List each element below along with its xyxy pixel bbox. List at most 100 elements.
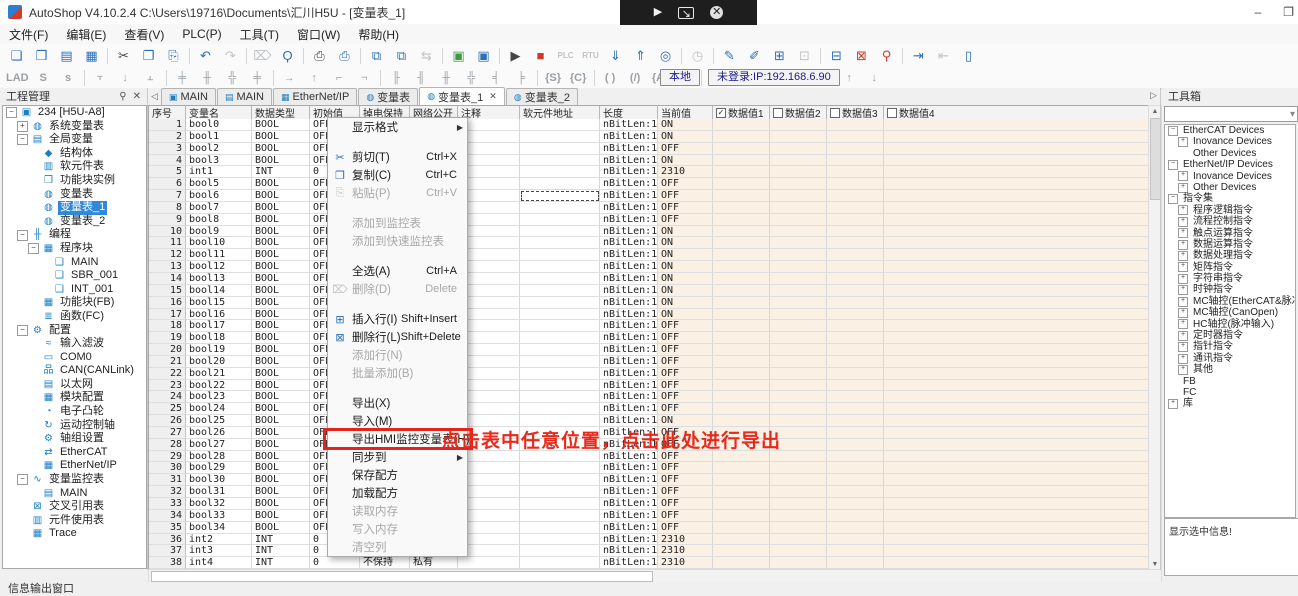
expander-icon[interactable]: − [17, 325, 28, 336]
variable-name-cell[interactable]: int3 [186, 545, 252, 557]
data-type-cell[interactable]: BOOL [252, 249, 310, 261]
play-icon[interactable]: ▶ [654, 6, 662, 19]
row-number-cell[interactable]: 1 [149, 119, 186, 131]
data-value2-cell[interactable] [770, 344, 827, 356]
data-value3-cell[interactable] [827, 451, 884, 463]
data-type-cell[interactable]: BOOL [252, 320, 310, 332]
data-type-cell[interactable]: BOOL [252, 427, 310, 439]
data-value1-cell[interactable] [713, 403, 770, 415]
column-checkbox[interactable] [773, 108, 783, 118]
length-cell[interactable]: nBitLen:1 [600, 391, 658, 403]
login-status-button[interactable]: 未登录:IP:192.168.6.90 [708, 69, 840, 86]
data-value4-cell[interactable] [884, 557, 1149, 569]
tree-item[interactable]: − ▣ 234 [H5U-A8] [3, 106, 146, 120]
data-value4-cell[interactable] [884, 214, 1149, 226]
device-address-cell[interactable] [520, 380, 600, 392]
length-cell[interactable]: nBitLen:1 [600, 297, 658, 309]
tree-item[interactable]: ↻ 运动控制轴 [3, 419, 146, 433]
tab-close-icon[interactable]: ✕ [489, 91, 497, 102]
row-number-cell[interactable]: 7 [149, 190, 186, 202]
current-value-cell[interactable]: ON [658, 309, 713, 321]
expander-icon[interactable]: + [1178, 240, 1188, 250]
variable-name-cell[interactable]: bool12 [186, 261, 252, 273]
data-type-cell[interactable]: BOOL [252, 273, 310, 285]
current-value-cell[interactable]: ON [658, 285, 713, 297]
current-value-cell[interactable]: OFF [658, 498, 713, 510]
data-value2-cell[interactable] [770, 119, 827, 131]
toolbox-tree-item[interactable]: + 字符串指令 [1165, 273, 1295, 284]
length-cell[interactable]: nBitLen:1 [600, 178, 658, 190]
menu-item[interactable]: PLC(P) [173, 24, 230, 44]
variable-name-cell[interactable]: bool20 [186, 356, 252, 368]
length-cell[interactable]: nBitLen:1 [600, 368, 658, 380]
variable-name-cell[interactable]: bool18 [186, 332, 252, 344]
current-value-cell[interactable]: OFF [658, 380, 713, 392]
row-number-cell[interactable]: 33 [149, 498, 186, 510]
row-number-cell[interactable]: 35 [149, 522, 186, 534]
document-tab[interactable]: ◍ 变量表 [358, 88, 418, 105]
minimize-button[interactable]: – [1255, 5, 1262, 19]
delete-row[interactable]: ⊠ 删除行(L) Shift+Delete ▶ [328, 328, 467, 346]
variable-name-cell[interactable]: bool1 [186, 131, 252, 143]
variable-name-cell[interactable]: bool34 [186, 522, 252, 534]
data-value3-cell[interactable] [827, 368, 884, 380]
current-value-cell[interactable]: OFF [658, 332, 713, 344]
current-value-cell[interactable]: OFF [658, 474, 713, 486]
current-value-cell[interactable]: 2310 [658, 534, 713, 546]
variable-name-cell[interactable]: bool24 [186, 403, 252, 415]
redo-button[interactable]: ↷ [219, 45, 242, 67]
data-value1-cell[interactable] [713, 344, 770, 356]
length-cell[interactable]: nBitLen:16 [600, 545, 658, 557]
branch-open-button[interactable]: ╪ [171, 68, 194, 87]
variable-name-cell[interactable]: bool9 [186, 226, 252, 238]
data-value2-cell[interactable] [770, 522, 827, 534]
expander-icon[interactable]: + [1178, 205, 1188, 215]
data-value4-cell[interactable] [884, 131, 1149, 143]
toolbox-tree-item[interactable]: + 矩阵指令 [1165, 262, 1295, 273]
row-number-cell[interactable]: 14 [149, 273, 186, 285]
device-address-cell[interactable] [520, 249, 600, 261]
data-value4-cell[interactable] [884, 368, 1149, 380]
data-value4-cell[interactable] [884, 190, 1149, 202]
variable-name-cell[interactable]: bool22 [186, 380, 252, 392]
length-cell[interactable]: nBitLen:1 [600, 226, 658, 238]
data-value1-cell[interactable] [713, 143, 770, 155]
expander-icon[interactable]: + [1178, 251, 1188, 261]
new-file-button[interactable]: ❏ [5, 45, 28, 67]
tree-item[interactable]: ◍ 变量表_2 [3, 215, 146, 229]
toolbox-tree-item[interactable]: − EtherNet/IP Devices [1165, 159, 1295, 170]
variable-name-cell[interactable]: bool28 [186, 451, 252, 463]
data-value4-cell[interactable] [884, 545, 1149, 557]
data-value2-cell[interactable] [770, 226, 827, 238]
clock-button[interactable]: ◷ [686, 45, 709, 67]
data-value3-cell[interactable] [827, 510, 884, 522]
data-value2-cell[interactable] [770, 534, 827, 546]
data-value2-cell[interactable] [770, 510, 827, 522]
length-cell[interactable]: nBitLen:1 [600, 309, 658, 321]
row-number-cell[interactable]: 24 [149, 391, 186, 403]
data-value3-cell[interactable] [827, 237, 884, 249]
expander-icon[interactable]: + [1178, 308, 1188, 318]
usb-device-button[interactable]: ⚲ [875, 45, 898, 67]
column-checkbox[interactable] [716, 108, 726, 118]
device-address-cell[interactable] [520, 237, 600, 249]
data-value4-cell[interactable] [884, 285, 1149, 297]
data-type-cell[interactable]: BOOL [252, 522, 310, 534]
stop-button[interactable]: ■ [529, 45, 552, 67]
contact-n-button[interactable]: ╬ [460, 68, 483, 87]
tree-item[interactable]: − ╫ 编程 [3, 228, 146, 242]
tree-item[interactable]: ▦ Trace [3, 527, 146, 541]
comment-cell[interactable] [458, 557, 520, 569]
document-tab[interactable]: ▦ EtherNet/IP [273, 88, 357, 105]
data-value3-cell[interactable] [827, 356, 884, 368]
data-type-cell[interactable]: INT [252, 166, 310, 178]
length-cell[interactable]: nBitLen:1 [600, 380, 658, 392]
data-type-cell[interactable]: BOOL [252, 297, 310, 309]
import-card-button[interactable]: ▣ [447, 45, 470, 67]
row-number-cell[interactable]: 3 [149, 143, 186, 155]
data-value1-cell[interactable] [713, 249, 770, 261]
length-cell[interactable]: nBitLen:1 [600, 249, 658, 261]
device-address-cell[interactable] [520, 320, 600, 332]
data-value3-cell[interactable] [827, 143, 884, 155]
menu-item[interactable]: 查看(V) [115, 24, 173, 44]
